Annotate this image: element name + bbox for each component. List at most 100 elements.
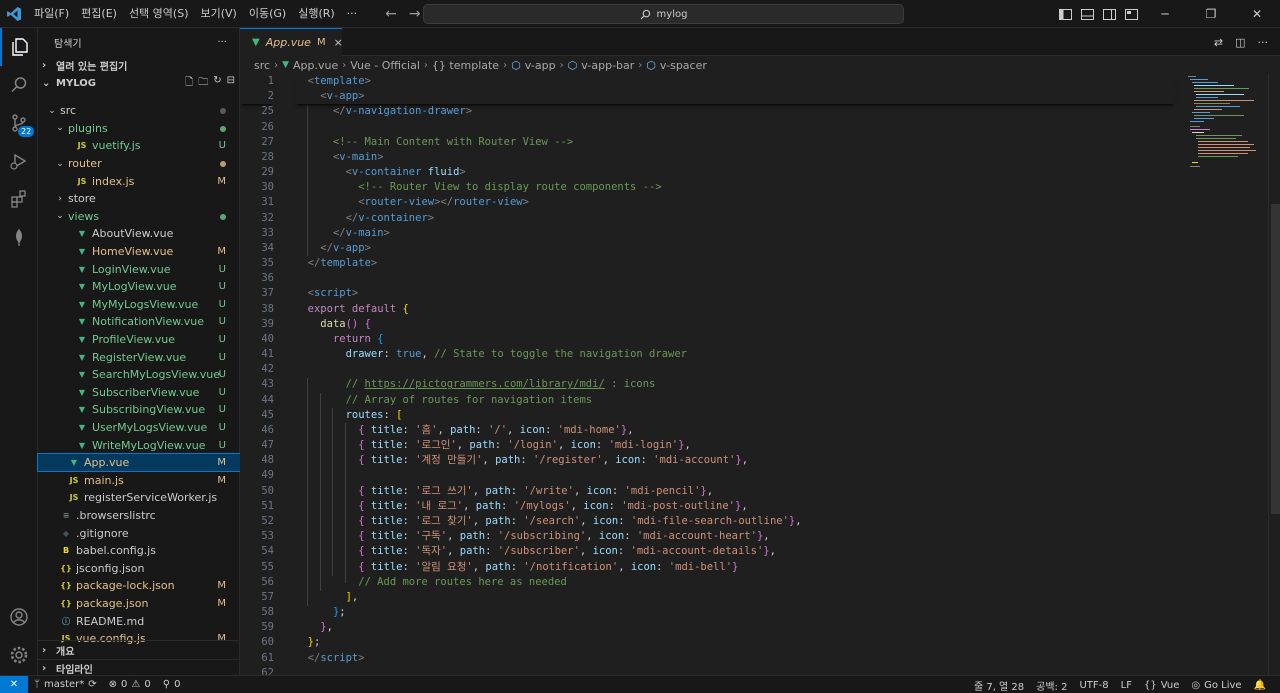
tree-item[interactable]: ⌄ views — [38, 208, 240, 226]
close-icon[interactable]: × — [334, 36, 343, 49]
menu-go[interactable]: 이동(G) — [243, 0, 292, 28]
tree-item[interactable]: JS registerServiceWorker.js — [38, 489, 240, 507]
restore-button[interactable]: ❐ — [1188, 0, 1234, 28]
code-token: : — [383, 408, 397, 421]
settings-gear-icon[interactable] — [0, 636, 38, 674]
menu-view[interactable]: 보기(V) — [194, 0, 242, 28]
breadcrumb-v-app[interactable]: v-app — [525, 59, 556, 72]
tree-item[interactable]: ▼ MyLogView.vue U — [38, 278, 240, 296]
source-control-icon[interactable]: 22 — [0, 104, 38, 142]
refresh-icon[interactable]: ↻ — [213, 75, 221, 92]
code-token: : — [510, 560, 524, 573]
menu-more[interactable]: ··· — [341, 0, 364, 28]
tree-item[interactable]: ▼ UserMyLogsView.vue U — [38, 419, 240, 437]
tree-item[interactable]: ▼ HomeView.vue M — [38, 243, 240, 261]
toggle-panel-icon[interactable] — [1076, 0, 1098, 28]
scrollbar-thumb[interactable] — [1271, 204, 1280, 514]
tree-item[interactable]: ▼ SearchMyLogsView.vue U — [38, 366, 240, 384]
tree-item[interactable]: JS vuetify.js U — [38, 137, 240, 155]
open-changes-icon[interactable]: ⇄ — [1214, 36, 1223, 49]
notifications-bell-icon[interactable]: 🔔 — [1248, 680, 1272, 691]
menu-selection[interactable]: 선택 영역(S) — [123, 0, 195, 28]
menu-edit[interactable]: 편집(E) — [75, 0, 123, 28]
tree-item[interactable]: ⓘ README.md — [38, 612, 240, 630]
tree-item[interactable]: ▼ App.vue M — [37, 452, 241, 473]
explorer-icon[interactable] — [0, 28, 38, 66]
json-file-icon: {} — [60, 581, 72, 591]
forward-arrow-icon[interactable]: → — [409, 6, 421, 22]
code-token: icon — [630, 560, 657, 573]
cursor-position[interactable]: 줄 7, 열 28 — [968, 678, 1030, 693]
tree-item[interactable]: ▼ SubscribingView.vue U — [38, 401, 240, 419]
minimap[interactable] — [1188, 74, 1268, 174]
go-live-button[interactable]: ◎ Go Live — [1185, 680, 1247, 691]
breadcrumb-file[interactable]: App.vue — [293, 59, 338, 72]
mongodb-leaf-icon[interactable] — [0, 218, 38, 256]
tree-item[interactable]: ⌄ src — [38, 102, 240, 120]
tree-item[interactable]: ≡ .browserslistrc — [38, 507, 240, 525]
tree-item[interactable]: {} package.json M — [38, 595, 240, 613]
language-label: Vue — [1160, 679, 1180, 691]
tree-item[interactable]: JS index.js M — [38, 172, 240, 190]
tree-item[interactable]: ▼ RegisterView.vue U — [38, 348, 240, 366]
extensions-icon[interactable] — [0, 180, 38, 218]
indentation[interactable]: 공백: 2 — [1030, 678, 1073, 693]
menu-run[interactable]: 실행(R) — [292, 0, 340, 28]
vertical-scrollbar[interactable] — [1268, 74, 1280, 675]
close-button[interactable]: ✕ — [1234, 0, 1280, 28]
minimize-button[interactable]: ─ — [1142, 0, 1188, 28]
menu-file[interactable]: 파일(F) — [28, 0, 75, 28]
new-folder-icon[interactable]: 🗀 — [198, 75, 208, 92]
breadcrumb-v-app-bar[interactable]: v-app-bar — [581, 59, 634, 72]
breadcrumb-template[interactable]: {} template — [432, 59, 499, 72]
code-editor[interactable]: 1 2 25 26 27 28 29 30 31 32 33 34 35 36 37 38 39 40 41 42 43… — [240, 74, 1280, 675]
encoding[interactable]: UTF-8 — [1073, 680, 1114, 691]
chevron-right-icon: › — [42, 644, 47, 656]
tree-item[interactable]: ⌄ plugins — [38, 120, 240, 138]
breadcrumb-language[interactable]: Vue - Official — [350, 59, 420, 72]
tree-item[interactable]: ▼ NotificationView.vue U — [38, 313, 240, 331]
language-mode[interactable]: {} Vue — [1138, 680, 1185, 691]
code-token: , — [618, 560, 631, 573]
tree-item[interactable]: ▼ ProfileView.vue U — [38, 331, 240, 349]
tree-item[interactable]: ◆ .gitignore — [38, 524, 240, 542]
customize-layout-icon[interactable] — [1120, 0, 1142, 28]
outline-section[interactable]: › 개요 — [38, 641, 240, 659]
branch-status[interactable]: ᛘ master* ⟳ — [28, 679, 103, 690]
run-debug-icon[interactable] — [0, 142, 38, 180]
tree-item[interactable]: ▼ AboutView.vue — [38, 225, 240, 243]
problems-status[interactable]: ⊗ 0 ⚠ 0 — [103, 679, 157, 690]
tree-item[interactable]: {} jsconfig.json — [38, 559, 240, 577]
tree-item[interactable]: ▼ LoginView.vue U — [38, 260, 240, 278]
tree-item[interactable]: ▼ WriteMyLogView.vue U — [38, 436, 240, 454]
tab-app-vue[interactable]: ▼ App.vue M × — [240, 28, 343, 56]
toggle-primary-sidebar-icon[interactable] — [1054, 0, 1076, 28]
tree-item-label: main.js — [84, 473, 124, 487]
tree-item[interactable]: ⌄ router — [38, 155, 240, 173]
end-of-line[interactable]: LF — [1115, 680, 1138, 691]
tree-item-label: vuetify.js — [92, 139, 141, 153]
account-icon[interactable] — [0, 598, 38, 636]
command-center-search[interactable]: mylog — [423, 4, 904, 24]
breadcrumb-src[interactable]: src — [254, 59, 270, 72]
toggle-secondary-sidebar-icon[interactable] — [1098, 0, 1120, 28]
tree-item[interactable]: ▼ MyMyLogsView.vue U — [38, 296, 240, 314]
explorer-more-icon[interactable]: ··· — [217, 37, 227, 48]
more-actions-icon[interactable]: ··· — [1258, 36, 1269, 49]
collapse-all-icon[interactable]: ⊟ — [227, 75, 235, 92]
project-section[interactable]: ⌄ MYLOG 🗋 🗀 ↻ ⊟ — [38, 74, 239, 92]
back-arrow-icon[interactable]: ← — [385, 6, 397, 22]
open-editors-section[interactable]: › 열려 있는 편집기 — [38, 56, 239, 74]
tree-item[interactable]: Bbabel.config.js — [38, 542, 240, 560]
remote-icon[interactable]: ✕ — [0, 675, 28, 693]
tree-item[interactable]: › store — [38, 190, 240, 208]
tree-item[interactable]: {} package-lock.json M — [38, 577, 240, 595]
breadcrumb-v-spacer[interactable]: v-spacer — [660, 59, 707, 72]
new-file-icon[interactable]: 🗋 — [185, 75, 193, 92]
code-line: <router-view></router-view> — [295, 195, 1175, 210]
tree-item[interactable]: ▼ SubscriberView.vue U — [38, 384, 240, 402]
search-icon[interactable] — [0, 66, 38, 104]
tree-item[interactable]: JS main.js M — [38, 471, 240, 489]
ports-status[interactable]: ⚲ 0 — [157, 679, 187, 690]
split-editor-icon[interactable]: ◫ — [1235, 36, 1245, 49]
